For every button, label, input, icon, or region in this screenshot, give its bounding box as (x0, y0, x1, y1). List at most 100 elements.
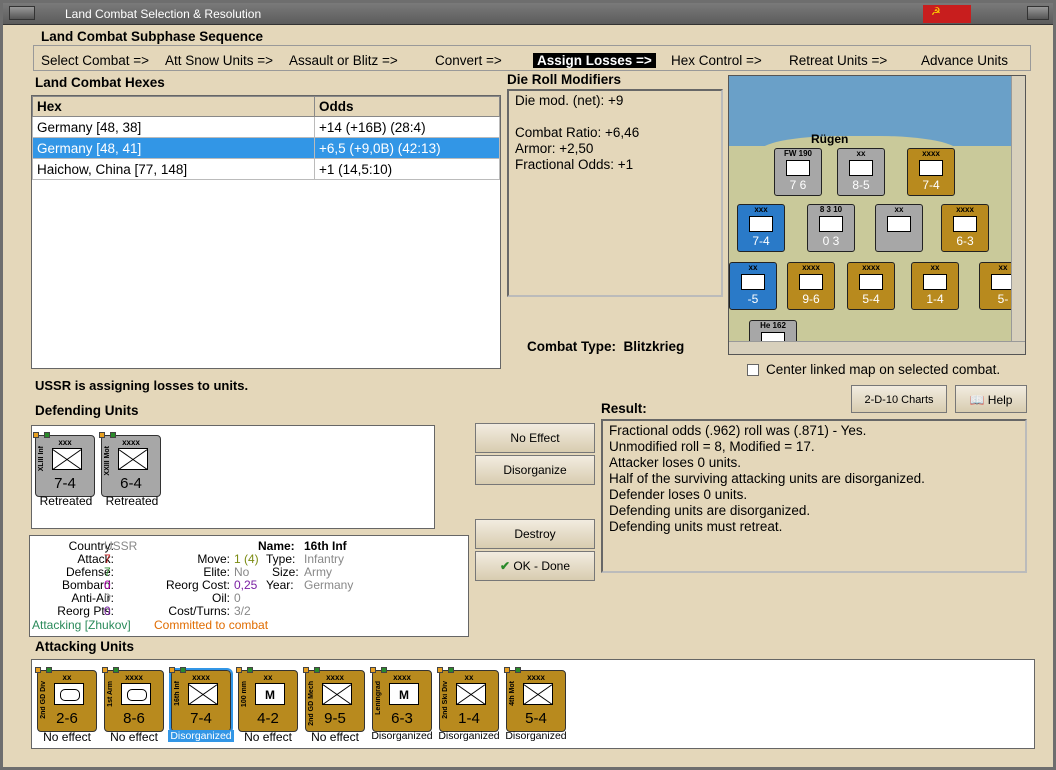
disorganize-button[interactable]: Disorganize (475, 455, 595, 485)
odds-cell[interactable]: +14 (+16B) (28:4) (314, 116, 500, 138)
unit-result-label: Disorganized (438, 730, 500, 742)
status-text: USSR is assigning losses to units. (35, 378, 249, 393)
close-button[interactable] (1027, 6, 1049, 20)
map-counter-strength: 1-4 (926, 292, 944, 306)
phase-assault-blitz: Assault or Blitz => (289, 53, 398, 68)
unit-strength: 6-4 (120, 475, 142, 492)
defending-counter[interactable]: xxx XLIII Inf 7-4 (33, 432, 95, 497)
map-counter-strength: 9-6 (802, 292, 820, 306)
map-counter-size: 8 3 10 (819, 205, 843, 214)
help-label: Help (987, 393, 1013, 407)
unit-type-icon (54, 683, 84, 705)
phase-convert: Convert => (435, 53, 502, 68)
map-counter-2nd-ski[interactable]: xx 1-4 (911, 262, 959, 310)
attacking-counter[interactable]: xxxx Leningrad M 6-3 (370, 667, 432, 732)
result-line: Defending units are disorganized. (609, 503, 811, 518)
map-hscroll[interactable] (729, 341, 1025, 354)
map-counter-leningrad[interactable]: xxxx 6-3 (941, 204, 989, 252)
map-counter-size: xx (748, 263, 758, 272)
map-counter-strength: 5-4 (862, 292, 880, 306)
attacking-counter[interactable]: xxxx 16th Inf 7-4 (169, 667, 233, 734)
phase-assign-losses: Assign Losses => (533, 53, 656, 68)
attacking-counter[interactable]: xxxx 4th Mot 5-4 (504, 667, 566, 732)
unit-strength: 2-6 (56, 710, 78, 727)
map-counter-target[interactable]: xx (875, 204, 923, 252)
map-counter-1st-gd-mot[interactable]: xxx 7-4 (737, 204, 785, 252)
linked-map[interactable]: Rügen FW 190 7 6 xx 8-5 xxxx 7-4 xxx 7-4 8 3 10 0… (728, 75, 1026, 355)
hex-cell[interactable]: Haichow, China [77, 148] (32, 158, 315, 180)
unit-type-icon (953, 216, 977, 232)
hexes-heading: Land Combat Hexes (35, 75, 165, 90)
unit-result-label: Retreated (105, 494, 159, 508)
table-row[interactable]: Haichow, China [77, 148] +1 (14,5:10) (32, 158, 500, 180)
die-net: Die mod. (net): +9 (515, 93, 624, 108)
map-counter-size: xxx (754, 205, 768, 214)
unit-result-label: No effect (110, 730, 158, 744)
map-vscroll[interactable] (1011, 76, 1025, 341)
unit-result-label: No effect (244, 730, 292, 744)
ok-done-button[interactable]: ✔ OK - Done (475, 551, 595, 581)
hexes-table: Hex Odds Germany [48, 38] +14 (+16B) (28:4… (32, 96, 500, 180)
charts-button[interactable]: 2-D-10 Charts (851, 385, 947, 413)
attacking-counter[interactable]: xx 2nd GD Div 2-6 (35, 667, 97, 732)
attacking-counter[interactable]: xx 2nd Ski Div 1-4 (437, 667, 499, 732)
attacking-heading: Attacking Units (35, 639, 135, 654)
checkmark-icon: ✔ (499, 559, 510, 573)
cost-turns-value: 3/2 (234, 604, 251, 618)
map-counter-size: xxxx (922, 149, 940, 158)
table-row-selected[interactable]: Germany [48, 41] +6,5 (+9,0B) (42:13) (32, 137, 500, 159)
map-counter-strength: 7-4 (922, 178, 940, 192)
window-menu-icon[interactable] (9, 6, 35, 20)
odds-cell[interactable]: +6,5 (+9,0B) (42:13) (314, 137, 500, 159)
table-row[interactable]: Germany [48, 38] +14 (+16B) (28:4) (32, 116, 500, 138)
hex-cell[interactable]: Germany [48, 41] (32, 137, 315, 159)
map-counter-left[interactable]: xx -5 (729, 262, 777, 310)
unit-strength: 8-6 (123, 710, 145, 727)
unit-type-icon (741, 274, 765, 290)
unit-type-icon (523, 683, 553, 705)
map-counter-strength: 6-3 (956, 234, 974, 248)
unit-type-icon (52, 448, 82, 470)
unit-strength: 4-2 (257, 710, 279, 727)
map-counter-size: FW 190 (783, 149, 812, 158)
destroy-button[interactable]: Destroy (475, 519, 595, 549)
attacking-counter[interactable]: xxxx 1st Arm 8-6 (102, 667, 164, 732)
map-counter-size: xx (894, 205, 904, 214)
help-button[interactable]: 📖 Help (955, 385, 1027, 413)
map-counter-size: He 162 (760, 321, 786, 330)
map-counter-air[interactable]: 8 3 10 0 3 (807, 204, 855, 252)
attacking-counter[interactable]: xx 100 mm M 4-2 (236, 667, 298, 732)
unit-type-icon (859, 274, 883, 290)
map-counter-4th-mot[interactable]: xxxx 5-4 (847, 262, 895, 310)
map-place-label: Rügen (811, 132, 849, 146)
map-counter-fw190[interactable]: FW 190 7 6 (774, 148, 822, 196)
hex-cell[interactable]: Germany [48, 38] (32, 116, 315, 138)
reorg-pts-value: 0 (104, 604, 111, 618)
defending-counter[interactable]: xxxx XXIII Mot 6-4 (99, 432, 161, 497)
attacking-counter[interactable]: xxxx 2nd GD Mech 9-5 (303, 667, 365, 732)
map-counter-3rd-inf[interactable]: xxxx 7-4 (907, 148, 955, 196)
col-odds-header[interactable]: Odds (314, 96, 500, 117)
combat-type: Combat Type: Blitzkrieg (527, 339, 684, 354)
odds-cell[interactable]: +1 (14,5:10) (314, 158, 500, 180)
map-counter-size: xx (930, 263, 940, 272)
die-armor: Armor: +2,50 (515, 141, 594, 156)
hexes-table-box: Hex Odds Germany [48, 38] +14 (+16B) (28:4… (31, 95, 501, 369)
map-counter-strength: 7-4 (752, 234, 770, 248)
map-counter-1st-inf[interactable]: xx 8-5 (837, 148, 885, 196)
unit-strength: 1-4 (458, 710, 480, 727)
result-box: Fractional odds (.962) roll was (.871) -… (601, 419, 1027, 573)
map-counter-size: xxxx (862, 263, 880, 272)
result-line: Defender loses 0 units. (609, 487, 748, 502)
map-counter-1st-arm[interactable]: xxxx 9-6 (787, 262, 835, 310)
result-heading: Result: (601, 401, 647, 416)
cost-turns-key: Cost/Turns: (168, 604, 230, 618)
no-effect-button[interactable]: No Effect (475, 423, 595, 453)
unit-result-label: Retreated (39, 494, 93, 508)
center-map-checkbox[interactable] (747, 364, 759, 376)
col-hex-header[interactable]: Hex (32, 96, 315, 117)
unit-type-icon: M (255, 683, 285, 705)
unit-type-icon: M (389, 683, 419, 705)
defending-heading: Defending Units (35, 403, 139, 418)
unit-result-label: No effect (311, 730, 359, 744)
